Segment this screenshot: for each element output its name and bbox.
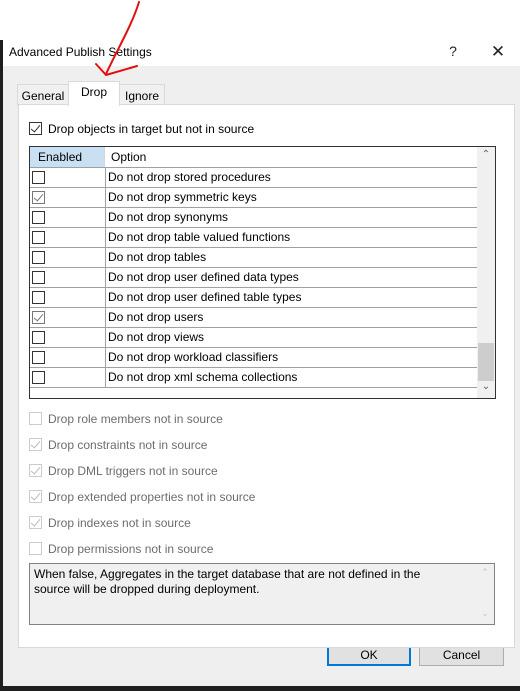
option-label: Do not drop workload classifiers <box>108 350 279 364</box>
description-scrollbar[interactable]: ⌃ ⌄ <box>476 564 494 624</box>
tab-ignore-label: Ignore <box>124 89 160 103</box>
cell-enabled <box>30 268 106 287</box>
cell-enabled <box>30 168 106 187</box>
disabled-option-label: Drop indexes not in source <box>48 516 191 530</box>
grid-row[interactable]: Do not drop views <box>30 327 477 347</box>
enabled-checkbox[interactable] <box>32 251 45 264</box>
tab-drop[interactable]: Drop <box>68 81 120 106</box>
tab-ignore[interactable]: Ignore <box>119 84 165 106</box>
cell-enabled <box>30 368 106 387</box>
scroll-down-icon[interactable]: ⌄ <box>477 381 495 397</box>
option-label: Do not drop tables <box>108 250 207 264</box>
cell-enabled <box>30 308 106 327</box>
option-label: Do not drop symmetric keys <box>108 190 257 204</box>
window-bottom-border <box>0 686 520 691</box>
option-label: Do not drop user defined data types <box>108 270 299 284</box>
cell-enabled <box>30 328 106 347</box>
grid-bottom-line <box>30 387 477 388</box>
disabled-option-checkbox[interactable] <box>29 516 42 529</box>
disabled-option-label: Drop extended properties not in source <box>48 490 256 504</box>
window-title: Advanced Publish Settings <box>9 45 152 59</box>
option-label: Do not drop stored procedures <box>108 170 271 184</box>
grid-row[interactable]: Do not drop workload classifiers <box>30 347 477 367</box>
dialog-body: General Drop Ignore Drop objects in targ… <box>3 66 520 686</box>
option-label: Do not drop xml schema collections <box>108 370 298 384</box>
drop-options-grid: Enabled Option Do not drop stored proced… <box>29 146 496 399</box>
help-button[interactable]: ? <box>443 43 463 63</box>
drop-tab-panel: Drop objects in target but not in source… <box>18 104 515 648</box>
scroll-thumb[interactable] <box>478 343 494 381</box>
drop-objects-checkbox[interactable] <box>29 122 42 135</box>
option-label: Do not drop views <box>108 330 205 344</box>
cell-enabled <box>30 208 106 227</box>
column-header-enabled[interactable]: Enabled <box>30 147 105 167</box>
scroll-up-icon[interactable]: ⌃ <box>477 149 495 165</box>
option-label: Do not drop synonyms <box>108 210 229 224</box>
enabled-checkbox[interactable] <box>32 271 45 284</box>
grid-row[interactable]: Do not drop user defined data types <box>30 267 477 287</box>
enabled-checkbox[interactable] <box>32 331 45 344</box>
enabled-checkbox[interactable] <box>32 191 45 204</box>
disabled-option-checkbox[interactable] <box>29 412 42 425</box>
cell-enabled <box>30 188 106 207</box>
grid-vertical-scrollbar[interactable]: ⌃ ⌄ <box>477 147 495 398</box>
cell-enabled <box>30 248 106 267</box>
enabled-checkbox[interactable] <box>32 311 45 324</box>
enabled-checkbox[interactable] <box>32 171 45 184</box>
option-label: Do not drop users <box>108 310 204 324</box>
disabled-option-checkbox[interactable] <box>29 438 42 451</box>
close-button[interactable]: ✕ <box>486 42 510 64</box>
enabled-checkbox[interactable] <box>32 211 45 224</box>
grid-row[interactable]: Do not drop tables <box>30 247 477 267</box>
title-bar: Advanced Publish Settings ? ✕ <box>3 40 520 66</box>
grid-row[interactable]: Do not drop xml schema collections <box>30 367 477 387</box>
cell-enabled <box>30 288 106 307</box>
disabled-option-checkbox[interactable] <box>29 490 42 503</box>
option-label: Do not drop table valued functions <box>108 230 291 244</box>
disabled-option-checkbox[interactable] <box>29 464 42 477</box>
grid-row[interactable]: Do not drop stored procedures <box>30 167 477 187</box>
cell-enabled <box>30 348 106 367</box>
tab-general-label: General <box>21 89 65 103</box>
disabled-option-label: Drop constraints not in source <box>48 438 208 452</box>
disabled-option-label: Drop permissions not in source <box>48 542 214 556</box>
disabled-option-label: Drop role members not in source <box>48 412 223 426</box>
grid-row[interactable]: Do not drop synonyms <box>30 207 477 227</box>
cell-enabled <box>30 228 106 247</box>
drop-objects-label: Drop objects in target but not in source <box>48 122 255 136</box>
grid-row[interactable]: Do not drop user defined table types <box>30 287 477 307</box>
disabled-option-label: Drop DML triggers not in source <box>48 464 218 478</box>
column-header-option[interactable]: Option <box>105 147 477 167</box>
description-box: When false, Aggregates in the target dat… <box>29 563 495 625</box>
grid-row[interactable]: Do not drop symmetric keys <box>30 187 477 207</box>
grid-header: Enabled Option <box>30 147 477 167</box>
enabled-checkbox[interactable] <box>32 351 45 364</box>
enabled-checkbox[interactable] <box>32 371 45 384</box>
disabled-option-checkbox[interactable] <box>29 542 42 555</box>
grid-row[interactable]: Do not drop users <box>30 307 477 327</box>
desc-scroll-down-icon[interactable]: ⌄ <box>476 608 494 622</box>
tab-drop-label: Drop <box>80 85 107 99</box>
desc-scroll-up-icon[interactable]: ⌃ <box>476 567 494 581</box>
option-label: Do not drop user defined table types <box>108 290 302 304</box>
enabled-checkbox[interactable] <box>32 291 45 304</box>
grid-row[interactable]: Do not drop table valued functions <box>30 227 477 247</box>
description-text: When false, Aggregates in the target dat… <box>34 567 421 596</box>
enabled-checkbox[interactable] <box>32 231 45 244</box>
tab-general[interactable]: General <box>17 84 69 106</box>
